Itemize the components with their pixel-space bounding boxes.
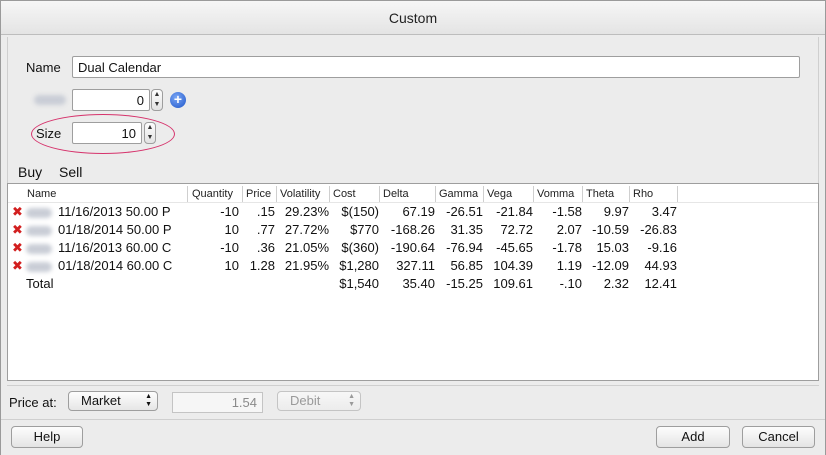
price-at-label: Price at:	[9, 395, 57, 410]
total-cell: 35.40	[402, 276, 435, 291]
col-header-volatility[interactable]: Volatility	[277, 186, 330, 202]
col-header-delta[interactable]: Delta	[380, 186, 436, 202]
col-header-price[interactable]: Price	[243, 186, 277, 202]
col-header-quantity[interactable]: Quantity	[189, 186, 243, 202]
table-cell: 31.35	[450, 222, 483, 237]
symbol-label-blurred	[34, 95, 66, 105]
leg-symbol-blurred	[26, 262, 52, 272]
table-cell: -10.59	[592, 222, 629, 237]
legs-table: Name Quantity Price Volatility Cost Delt…	[7, 183, 819, 381]
table-cell: 01/18/2014 50.00 P	[58, 222, 172, 237]
buy-tab[interactable]: Buy	[18, 164, 42, 180]
table-cell: -9.16	[647, 240, 677, 255]
table-cell: -26.51	[446, 204, 483, 219]
custom-dialog: Custom Name Dual Calendar 0 ▲ ▼ + Size 10…	[0, 0, 826, 455]
col-header-gamma[interactable]: Gamma	[436, 186, 484, 202]
price-bar: Price at: Market ▲ ▼ 1.54 Debit ▲ ▼	[7, 385, 819, 417]
table-cell: 9.97	[603, 204, 629, 219]
col-header-cost[interactable]: Cost	[330, 186, 380, 202]
table-cell: $1,280	[339, 258, 379, 273]
table-cell: -26.83	[640, 222, 677, 237]
table-cell: -168.26	[390, 222, 435, 237]
table-cell: 104.39	[493, 258, 533, 273]
table-cell: 15.03	[596, 240, 629, 255]
col-header-name[interactable]: Name	[24, 186, 188, 202]
table-cell: 56.85	[450, 258, 483, 273]
remove-leg-icon[interactable]: ✖	[12, 205, 23, 218]
table-cell: -21.84	[496, 204, 533, 219]
sell-tab[interactable]: Sell	[59, 164, 82, 180]
col-header-vega[interactable]: Vega	[484, 186, 534, 202]
table-cell: 327.11	[396, 258, 435, 273]
total-cell: 109.61	[493, 276, 533, 291]
table-cell: 10	[224, 222, 239, 237]
total-cell: -.10	[559, 276, 582, 291]
leg-symbol-blurred	[26, 244, 52, 254]
dialog-button-row: Help Add Cancel	[1, 419, 825, 455]
help-button[interactable]: Help	[11, 426, 83, 448]
leg-symbol-blurred	[26, 208, 52, 218]
name-field[interactable]: Dual Calendar	[72, 56, 800, 78]
col-header-theta[interactable]: Theta	[583, 186, 630, 202]
table-cell: -10	[220, 204, 239, 219]
table-cell: -10	[220, 240, 239, 255]
table-cell: 67.19	[402, 204, 435, 219]
table-cell: 44.93	[644, 258, 677, 273]
total-cell: 12.41	[644, 276, 677, 291]
table-cell: 01/18/2014 60.00 C	[58, 258, 173, 273]
table-cell: .36	[256, 240, 275, 255]
table-cell: 11/16/2013 60.00 C	[58, 240, 172, 255]
table-cell: .15	[256, 204, 275, 219]
debit-credit-value: Debit	[290, 393, 321, 408]
name-label: Name	[26, 60, 61, 75]
price-mode-select[interactable]: Market ▲ ▼	[68, 391, 158, 411]
price-field: 1.54	[172, 392, 263, 413]
table-cell: -12.09	[592, 258, 629, 273]
table-cell: 11/16/2013 50.00 P	[58, 204, 171, 219]
table-cell: 21.05%	[284, 240, 329, 255]
table-cell: 29.23%	[284, 204, 329, 219]
table-cell: 10	[224, 258, 239, 273]
col-header-rho[interactable]: Rho	[630, 186, 678, 202]
remove-leg-icon[interactable]: ✖	[12, 259, 23, 272]
select-arrows-icon: ▲ ▼	[145, 393, 152, 408]
window-title: Custom	[1, 1, 825, 35]
table-cell: $(360)	[341, 240, 379, 255]
add-leg-icon[interactable]: +	[170, 92, 186, 108]
table-cell: -45.65	[496, 240, 533, 255]
remove-leg-icon[interactable]: ✖	[12, 241, 23, 254]
cancel-button[interactable]: Cancel	[742, 426, 815, 448]
add-button[interactable]: Add	[656, 426, 730, 448]
table-cell: 2.07	[556, 222, 582, 237]
price-mode-value: Market	[81, 393, 121, 408]
debit-credit-select: Debit ▲ ▼	[277, 391, 361, 411]
table-cell: 72.72	[500, 222, 533, 237]
table-cell: -76.94	[446, 240, 483, 255]
total-cell: 2.32	[603, 276, 629, 291]
table-cell: $(150)	[341, 204, 379, 219]
total-cell: -15.25	[446, 276, 483, 291]
total-label: Total	[26, 276, 54, 291]
table-cell: .77	[256, 222, 275, 237]
remove-leg-icon[interactable]: ✖	[12, 223, 23, 236]
table-cell: -1.58	[552, 204, 582, 219]
buy-sell-bar: Buy Sell	[7, 161, 819, 183]
table-cell: $770	[350, 222, 379, 237]
table-cell: 1.28	[249, 258, 275, 273]
table-cell: 1.19	[556, 258, 582, 273]
table-cell: 3.47	[651, 204, 677, 219]
table-cell: 27.72%	[284, 222, 329, 237]
leg-symbol-blurred	[26, 226, 52, 236]
table-cell: -1.78	[552, 240, 582, 255]
quantity-stepper[interactable]: ▲ ▼	[151, 89, 163, 111]
total-cell: $1,540	[339, 276, 379, 291]
table-cell: 21.95%	[284, 258, 329, 273]
col-header-vomma[interactable]: Vomma	[534, 186, 583, 202]
table-cell: -190.64	[390, 240, 435, 255]
quantity-field[interactable]: 0	[72, 89, 150, 111]
size-highlight-ellipse	[31, 114, 175, 154]
select-arrows-icon: ▲ ▼	[348, 393, 355, 408]
